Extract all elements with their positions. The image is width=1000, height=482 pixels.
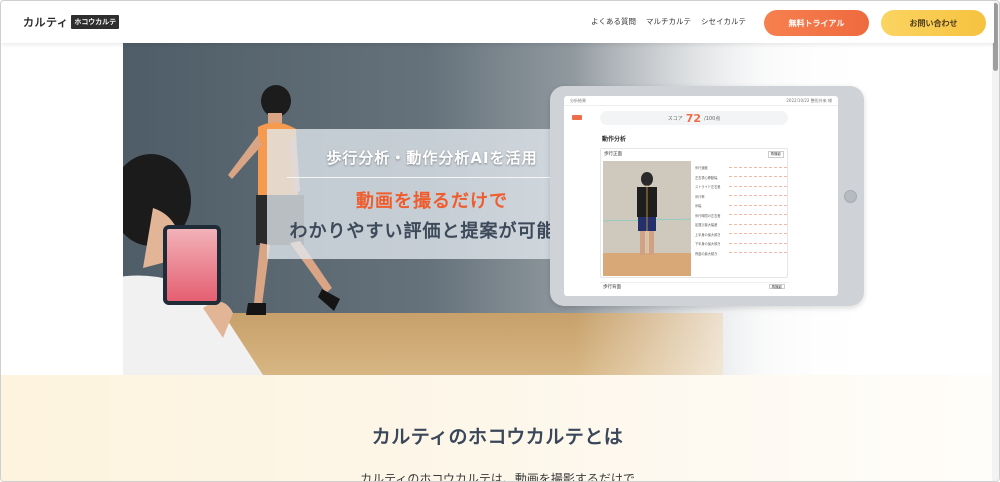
free-trial-button[interactable]: 無料トライアル — [764, 10, 869, 36]
about-section: カルティのホコウカルテとは カルティのホコウカルテは、動画を撮影するだけで — [1, 375, 994, 482]
hero-divider — [287, 177, 577, 178]
panel-title: 歩行正面 — [604, 152, 622, 157]
panel-retake-button: 再撮影 — [767, 151, 784, 158]
hero-tagline: 歩行分析・動作分析AIを活用 — [326, 149, 538, 167]
tablet-home-button — [844, 190, 857, 203]
panel-header: 歩行正面 再撮影 — [601, 149, 787, 160]
tablet-mockup: 分析結果 2022/10/22 整形外来 様 スコア 72 /100点 動作分析… — [550, 86, 864, 306]
score-value: 72 — [685, 111, 702, 125]
tablet-screen: 分析結果 2022/10/22 整形外来 様 スコア 72 /100点 動作分析… — [564, 96, 838, 296]
tablet-date: 2022/10/22 整形外来 様 — [786, 98, 832, 103]
metric-row: 足運び最大幅差 — [695, 220, 787, 230]
metric-row: 左右重心移動幅 — [695, 173, 787, 183]
metric-row: ストライド左右差 — [695, 182, 787, 192]
metric-row: 歩行速度 — [695, 163, 787, 173]
tablet-badge — [572, 115, 582, 120]
metric-row: 下半身の最大傾き — [695, 239, 787, 249]
nav-link-shisei-karte[interactable]: シセイカルテ — [701, 16, 746, 27]
footer-panel-title: 歩行背面 — [603, 285, 621, 290]
site-header: カルティ ホコウカルテ よくある質問 マルチカルテ シセイカルテ 無料トライアル… — [1, 1, 994, 43]
page-scrollbar[interactable] — [992, 1, 999, 481]
gait-photo — [603, 161, 691, 276]
score-label: スコア — [667, 115, 683, 122]
nav-link-multi-karte[interactable]: マルチカルテ — [646, 16, 691, 27]
handheld-tablet-image — [163, 225, 221, 305]
metric-row: 歩行時間の左右差 — [695, 211, 787, 221]
score-max: /100点 — [704, 115, 721, 122]
tablet-footer-panel: 歩行背面 再撮影 — [600, 282, 788, 290]
hero-headline: 動画を撮るだけで — [356, 191, 508, 212]
metric-row: 骨盤の最大傾き — [695, 249, 787, 259]
hero-section: 歩行分析・動作分析AIを活用 動画を撮るだけで わかりやすい評価と提案が可能に … — [123, 43, 995, 375]
gait-analysis-panel: 歩行正面 再撮影 歩行速度 左右重心移動幅 ストライド左右差 歩行率 歩幅 歩行… — [600, 148, 788, 278]
footer-retake-button: 再撮影 — [768, 284, 785, 289]
tablet-topbar: 分析結果 2022/10/22 整形外来 様 — [564, 96, 838, 106]
about-text: カルティのホコウカルテは、動画を撮影するだけで — [360, 472, 635, 482]
logo-text: カルティ — [23, 16, 69, 29]
tablet-score: スコア 72 /100点 — [600, 111, 788, 125]
logo-badge: ホコウカルテ — [71, 15, 120, 29]
gait-metric-rows: 歩行速度 左右重心移動幅 ストライド左右差 歩行率 歩幅 歩行時間の左右差 足運… — [695, 163, 787, 258]
hero-overlay: 歩行分析・動作分析AIを活用 動画を撮るだけで わかりやすい評価と提案が可能に — [267, 129, 595, 259]
about-title: カルティのホコウカルテとは — [371, 426, 624, 448]
metric-row: 上半身の最大傾き — [695, 230, 787, 240]
browser-viewport: カルティ ホコウカルテ よくある質問 マルチカルテ シセイカルテ 無料トライアル… — [0, 0, 1000, 482]
handheld-tablet-screen — [167, 229, 217, 301]
metric-row: 歩幅 — [695, 201, 787, 211]
site-logo[interactable]: カルティ ホコウカルテ — [23, 14, 120, 30]
hero-subheadline: わかりやすい評価と提案が可能に — [289, 221, 575, 242]
metric-row: 歩行率 — [695, 192, 787, 202]
nav-link-faq[interactable]: よくある質問 — [591, 16, 636, 27]
contact-button[interactable]: お問い合わせ — [881, 10, 986, 36]
main-nav: よくある質問 マルチカルテ シセイカルテ — [591, 16, 746, 27]
tablet-back-label: 分析結果 — [570, 98, 586, 103]
tablet-section-title: 動作分析 — [602, 136, 627, 143]
